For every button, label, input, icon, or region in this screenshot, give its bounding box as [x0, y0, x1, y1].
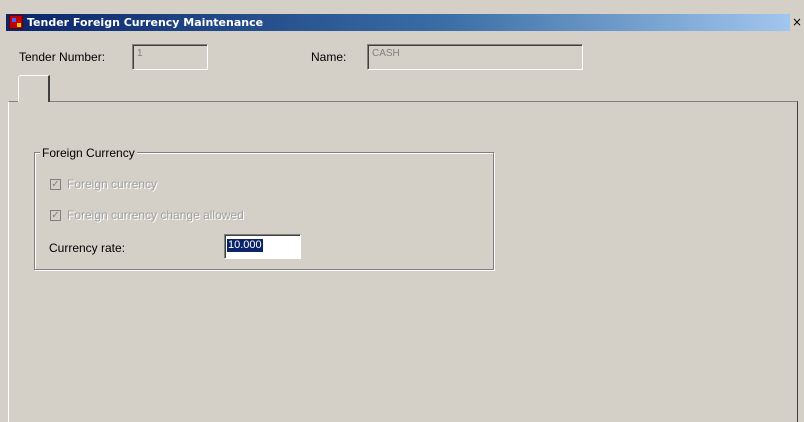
foreign-currency-checkbox[interactable]: ✓	[50, 179, 61, 190]
tender-number-field[interactable]: 1	[132, 44, 208, 70]
currency-rate-input[interactable]: 10.000	[224, 234, 301, 259]
group-title: Foreign Currency	[40, 146, 137, 160]
window-title: Tender Foreign Currency Maintenance	[27, 16, 264, 29]
change-allowed-label: Foreign currency change allowed	[67, 208, 244, 222]
name-field[interactable]: CASH	[367, 44, 583, 70]
foreign-currency-label: Foreign currency	[67, 177, 158, 191]
title-bar[interactable]: Tender Foreign Currency Maintenance ×	[6, 14, 804, 31]
change-allowed-checkbox[interactable]: ✓	[50, 210, 61, 221]
currency-rate-label: Currency rate:	[49, 241, 126, 255]
name-label: Name:	[311, 50, 347, 64]
app-grid-icon	[9, 15, 23, 29]
tender-number-label: Tender Number:	[19, 50, 106, 64]
close-button[interactable]: ×	[790, 14, 804, 31]
tab-main[interactable]	[18, 75, 50, 102]
currency-rate-value: 10.000	[227, 239, 263, 252]
